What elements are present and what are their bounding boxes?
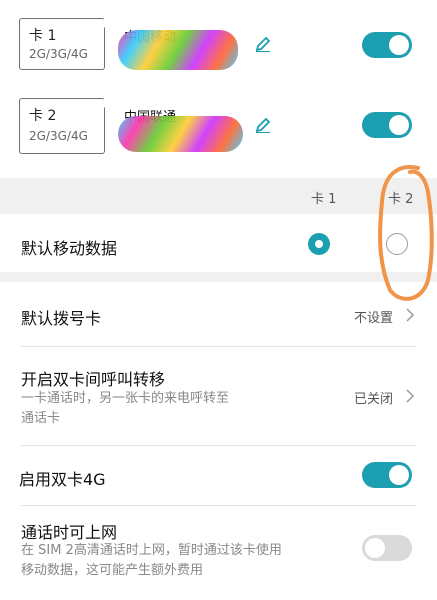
call-forward-value: 已关闭 <box>354 392 394 407</box>
default-mobile-data-title: 默认移动数据 <box>21 239 118 258</box>
default-dial-title: 默认拨号卡 <box>21 309 102 328</box>
data-during-call-toggle[interactable] <box>362 535 412 561</box>
chevron-right-icon <box>406 308 415 322</box>
column-label-card1: 卡 1 <box>311 192 337 207</box>
separator <box>21 346 416 347</box>
dual-4g-toggle[interactable] <box>362 462 412 488</box>
call-forward-title: 开启双卡间呼叫转移 <box>21 370 166 389</box>
dual-4g-title: 启用双卡4G <box>19 470 106 489</box>
sim-card-2-icon: 卡 2 2G/3G/4G <box>19 94 117 154</box>
edit-pencil-icon[interactable] <box>255 36 271 52</box>
sim1-slot-label: 卡 1 <box>29 28 57 44</box>
default-dial-value: 不设置 <box>354 311 394 326</box>
data-during-call-title: 通话时可上网 <box>21 523 118 542</box>
sim-card-1-icon: 卡 1 2G/3G/4G <box>19 14 117 70</box>
sim1-network: 2G/3G/4G <box>29 47 88 61</box>
sim2-slot-label: 卡 2 <box>29 108 57 124</box>
separator <box>21 445 416 446</box>
data-during-call-subtitle-2: 移动数据，这可能产生额外费用 <box>21 563 204 578</box>
annotation-circle <box>378 165 434 301</box>
redaction-scribble <box>118 30 238 70</box>
radio-card1-selected[interactable] <box>308 233 330 255</box>
call-forward-subtitle-2: 通话卡 <box>21 411 61 426</box>
sim2-toggle[interactable] <box>362 112 412 138</box>
call-forward-subtitle-1: 一卡通话时，另一张卡的来电呼转至 <box>21 391 230 406</box>
sim1-toggle[interactable] <box>362 32 412 58</box>
edit-pencil-icon[interactable] <box>255 117 271 133</box>
data-during-call-subtitle-1: 在 SIM 2高清通话时上网，暂时通过该卡使用 <box>21 543 282 558</box>
chevron-right-icon <box>406 389 415 403</box>
separator <box>21 505 416 506</box>
sim2-network: 2G/3G/4G <box>29 129 88 143</box>
redaction-scribble <box>118 116 243 152</box>
